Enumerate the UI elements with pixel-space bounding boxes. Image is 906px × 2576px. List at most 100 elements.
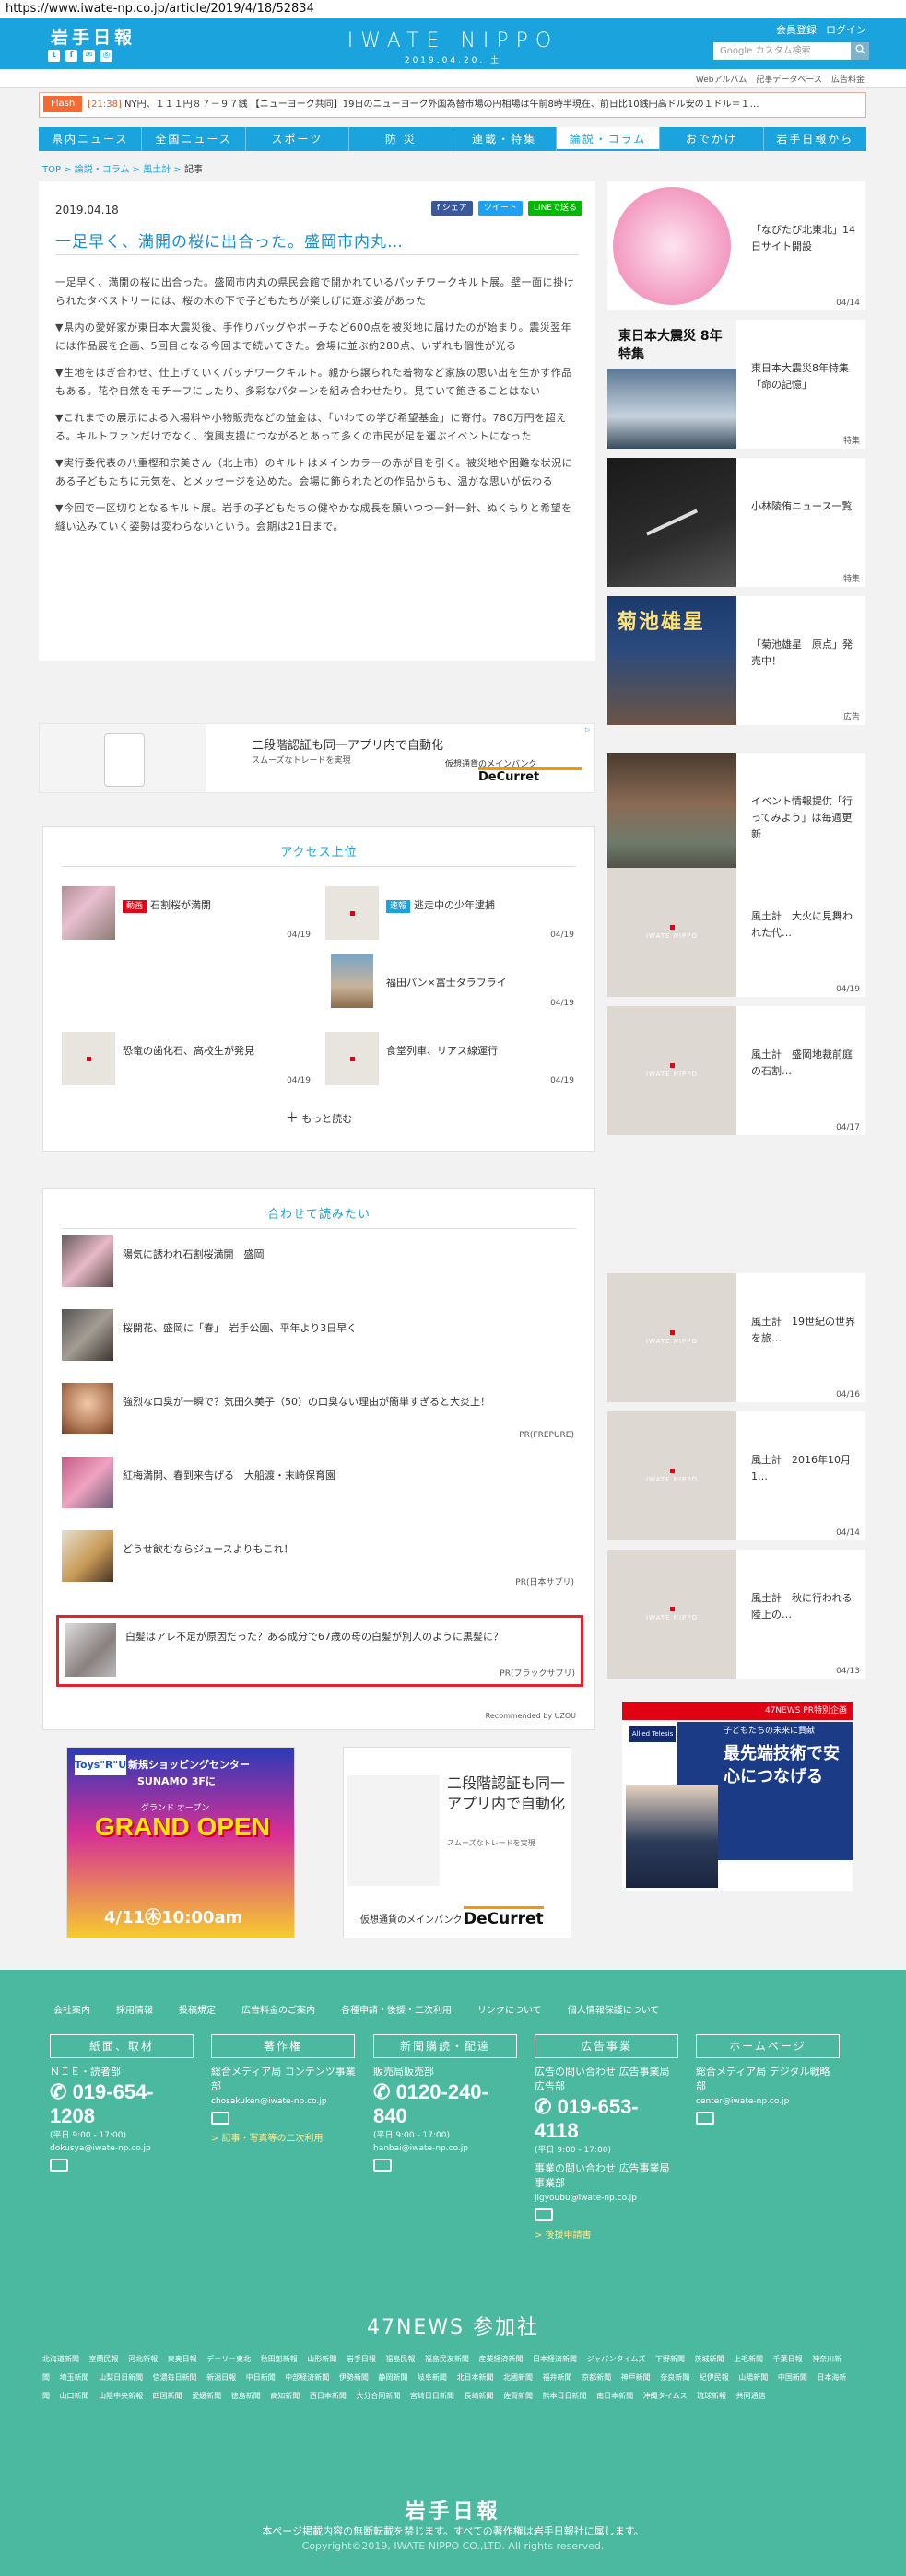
breadcrumb-fudokei[interactable]: 風土計 bbox=[143, 165, 171, 175]
footer-logo[interactable]: 岩手日報 bbox=[0, 2495, 906, 2524]
news47-member-link[interactable]: 西日本新聞 bbox=[310, 2392, 347, 2400]
decurret-ad-banner[interactable]: 二段階認証も同一アプリ内で自動化 スムーズなトレードを実現 仮想通貨のメインバン… bbox=[39, 723, 595, 793]
nav-series[interactable]: 連載・特集 bbox=[453, 127, 557, 151]
nav-national-news[interactable]: 全国ニュース bbox=[142, 127, 246, 151]
news47-member-link[interactable]: 奈良新聞 bbox=[660, 2373, 689, 2382]
news47-member-link[interactable]: 北日本新聞 bbox=[456, 2373, 493, 2382]
sidebar-item[interactable]: 東日本大震災 8年特集 東日本大震災8年特集 「命の記憶」 特集 bbox=[607, 320, 865, 449]
news47-member-link[interactable]: 東奥日報 bbox=[168, 2355, 197, 2363]
ranking-item[interactable]: 恐竜の歯化石、高校生が発見 04/19 bbox=[62, 1032, 311, 1085]
news47-member-link[interactable]: 山梨日日新聞 bbox=[99, 2373, 143, 2382]
address-bar[interactable]: https://www.iwate-np.co.jp/article/2019/… bbox=[0, 0, 906, 18]
news47-member-link[interactable]: 茨城新聞 bbox=[695, 2355, 724, 2363]
mail-icon[interactable] bbox=[50, 2159, 68, 2172]
news47-member-link[interactable]: 高知新聞 bbox=[270, 2392, 300, 2400]
footer-link[interactable]: 広告料金のご案内 bbox=[241, 2002, 315, 2016]
sidebar-item[interactable]: IWATE NIPPO 風土計 盛岡地裁前庭の石割… 04/17 bbox=[607, 1006, 865, 1135]
news47-member-link[interactable]: 山陰中央新報 bbox=[99, 2392, 143, 2400]
news47-member-link[interactable]: 南日本新聞 bbox=[596, 2392, 633, 2400]
nav-disaster[interactable]: 防 災 bbox=[349, 127, 453, 151]
tweet-button[interactable]: ツイート bbox=[477, 201, 523, 216]
news47-member-link[interactable]: 北國新聞 bbox=[503, 2373, 533, 2382]
email-address[interactable]: dokusya@iwate-np.co.jp bbox=[50, 2144, 197, 2153]
news47-member-link[interactable]: 宮崎日日新聞 bbox=[410, 2392, 454, 2400]
footer-link[interactable]: 個人情報保護について bbox=[568, 2002, 660, 2016]
news47-member-link[interactable]: 秋田魁新報 bbox=[261, 2355, 298, 2363]
news47-member-link[interactable]: 新潟日報 bbox=[206, 2373, 236, 2382]
mail-icon[interactable] bbox=[535, 2208, 553, 2221]
news47-member-link[interactable]: 伊勢新聞 bbox=[339, 2373, 369, 2382]
news47-member-link[interactable]: 福島民友新聞 bbox=[425, 2355, 469, 2363]
news47-member-link[interactable]: 山形新聞 bbox=[307, 2355, 336, 2363]
breadcrumb-top[interactable]: TOP bbox=[42, 165, 61, 175]
sidebar-item[interactable]: IWATE NIPPO 風土計 大火に見舞われた代… 04/19 bbox=[607, 868, 865, 997]
news47-member-link[interactable]: 岩手日報 bbox=[347, 2355, 376, 2363]
related-item[interactable]: 陽気に誘われ石割桜満開 盛岡 bbox=[62, 1235, 574, 1293]
news47-member-link[interactable]: 下野新聞 bbox=[655, 2355, 685, 2363]
email-address[interactable]: chosakuken@iwate-np.co.jp bbox=[211, 2097, 359, 2106]
news47-member-link[interactable]: 室蘭民報 bbox=[89, 2355, 119, 2363]
article-database-link[interactable]: 記事データベース bbox=[756, 73, 822, 85]
news47-member-link[interactable]: 愛媛新聞 bbox=[192, 2392, 221, 2400]
news47-member-link[interactable]: 神戸新聞 bbox=[621, 2373, 651, 2382]
news47-member-link[interactable]: 紀伊民報 bbox=[700, 2373, 729, 2382]
news47-member-link[interactable]: 千葉日報 bbox=[773, 2355, 803, 2363]
news47-member-link[interactable]: 埼玉新聞 bbox=[60, 2373, 89, 2382]
news47-member-link[interactable]: 信濃毎日新聞 bbox=[153, 2373, 197, 2382]
ranking-item[interactable]: 食堂列車、リアス線運行 04/19 bbox=[325, 1032, 574, 1085]
news47-member-link[interactable]: 上毛新聞 bbox=[734, 2355, 763, 2363]
sidebar-item[interactable]: IWATE NIPPO 風土計 秋に行われる陸上の… 04/13 bbox=[607, 1550, 865, 1679]
news47-member-link[interactable]: 山陽新聞 bbox=[738, 2373, 768, 2382]
footer-link[interactable]: 会社案内 bbox=[53, 2002, 90, 2016]
web-album-link[interactable]: Webアルバム bbox=[696, 73, 747, 85]
news47-member-link[interactable]: 福井新聞 bbox=[543, 2373, 572, 2382]
footer-link[interactable]: 採用情報 bbox=[116, 2002, 153, 2016]
allied-telesis-ad[interactable]: 47NEWS PR特別企画 Allied Telesis 子どもたちの未来に貢献… bbox=[622, 1702, 853, 1891]
sidebar-item[interactable]: イベント情報提供「行ってみよう」は毎週更新 特集 bbox=[607, 753, 865, 882]
ranking-item[interactable]: 福田パン×富士タラフライ 04/19 bbox=[325, 954, 574, 1008]
news47-member-link[interactable]: 中部経済新聞 bbox=[285, 2373, 329, 2382]
news47-member-link[interactable]: 沖縄タイムス bbox=[643, 2392, 688, 2400]
news47-member-link[interactable]: 北海道新聞 bbox=[42, 2355, 79, 2363]
news47-member-link[interactable]: 産業経済新聞 bbox=[478, 2355, 523, 2363]
footer-link[interactable]: 各種申請・後援・二次利用 bbox=[341, 2002, 452, 2016]
news47-member-link[interactable]: 中日新聞 bbox=[246, 2373, 276, 2382]
nav-outings[interactable]: おでかけ bbox=[660, 127, 764, 151]
mail-icon[interactable] bbox=[696, 2112, 714, 2125]
sidebar-item[interactable]: 「なびたび北東北」14日サイト開設 04/14 bbox=[607, 181, 865, 310]
nav-from-iwate-nippo[interactable]: 岩手日報から bbox=[764, 127, 866, 151]
news47-member-link[interactable]: 熊本日日新聞 bbox=[543, 2392, 587, 2400]
nav-prefecture-news[interactable]: 県内ニュース bbox=[39, 127, 143, 151]
sidebar-item[interactable]: IWATE NIPPO 風土計 19世紀の世界を旅… 04/16 bbox=[607, 1273, 865, 1402]
news47-member-link[interactable]: 京都新聞 bbox=[582, 2373, 611, 2382]
search-input[interactable]: Google カスタム検索 bbox=[713, 42, 862, 60]
news47-member-link[interactable]: 徳島新聞 bbox=[231, 2392, 261, 2400]
email-address[interactable]: jigyoubu@iwate-np.co.jp bbox=[535, 2194, 682, 2203]
search-icon[interactable] bbox=[851, 42, 869, 60]
related-item[interactable]: 桜開花、盛岡に「春」 岩手公園、平年より3日早く bbox=[62, 1309, 574, 1366]
news47-member-link[interactable]: 静岡新聞 bbox=[378, 2373, 407, 2382]
news47-member-link[interactable]: ジャパンタイムズ bbox=[587, 2355, 646, 2363]
news47-member-link[interactable]: 佐賀新聞 bbox=[503, 2392, 533, 2400]
login-link[interactable]: ログイン bbox=[826, 22, 866, 37]
news47-member-link[interactable]: 大分合同新聞 bbox=[356, 2392, 400, 2400]
line-share-button[interactable]: LINEで送る bbox=[527, 201, 582, 216]
news47-member-link[interactable]: 長崎新聞 bbox=[464, 2392, 493, 2400]
news47-member-link[interactable]: 岐阜新聞 bbox=[418, 2373, 447, 2382]
toysrus-ad[interactable]: Toys"R"Us 新規ショッピングセンター SUNAMO 3Fに GRAND … bbox=[66, 1747, 295, 1938]
highlighted-related-item[interactable]: 白髪はアレ不足が原因だった？ある成分で67歳の母の白髪が別人のように黒髪に？ P… bbox=[56, 1615, 583, 1687]
phone-number[interactable]: ✆ 0120-240-840 bbox=[373, 2080, 521, 2128]
email-address[interactable]: hanbai@iwate-np.co.jp bbox=[373, 2144, 521, 2153]
nav-editorial[interactable]: 論説・コラム bbox=[556, 127, 661, 151]
breadcrumb-editorial[interactable]: 論説・コラム bbox=[75, 165, 130, 175]
facebook-share-button[interactable]: f シェア bbox=[430, 201, 473, 216]
ad-rates-link[interactable]: 広告料金 bbox=[831, 73, 865, 85]
uzou-recommended[interactable]: Recommended by UZOU bbox=[486, 1712, 576, 1720]
ranking-item[interactable]: 速報 逃走中の少年逮捕 04/19 bbox=[325, 886, 574, 940]
read-more-button[interactable]: ＋ もっと読む bbox=[43, 1108, 594, 1127]
flash-news-ticker[interactable]: Flash [21:38] NY円、１１１円８７－９７銭 【ニューヨーク共同】19… bbox=[39, 92, 866, 118]
related-item[interactable]: 強烈な口臭が一瞬で？気田久美子（50）の口臭ない理由が簡単すぎると大炎上！ PR… bbox=[62, 1383, 574, 1440]
news47-member-link[interactable]: 河北新報 bbox=[128, 2355, 158, 2363]
related-item[interactable]: 紅梅満開、春到来告げる 大船渡・末崎保育園 bbox=[62, 1457, 574, 1514]
sidebar-item[interactable]: IWATE NIPPO 風土計 2016年10月1… 04/14 bbox=[607, 1411, 865, 1540]
